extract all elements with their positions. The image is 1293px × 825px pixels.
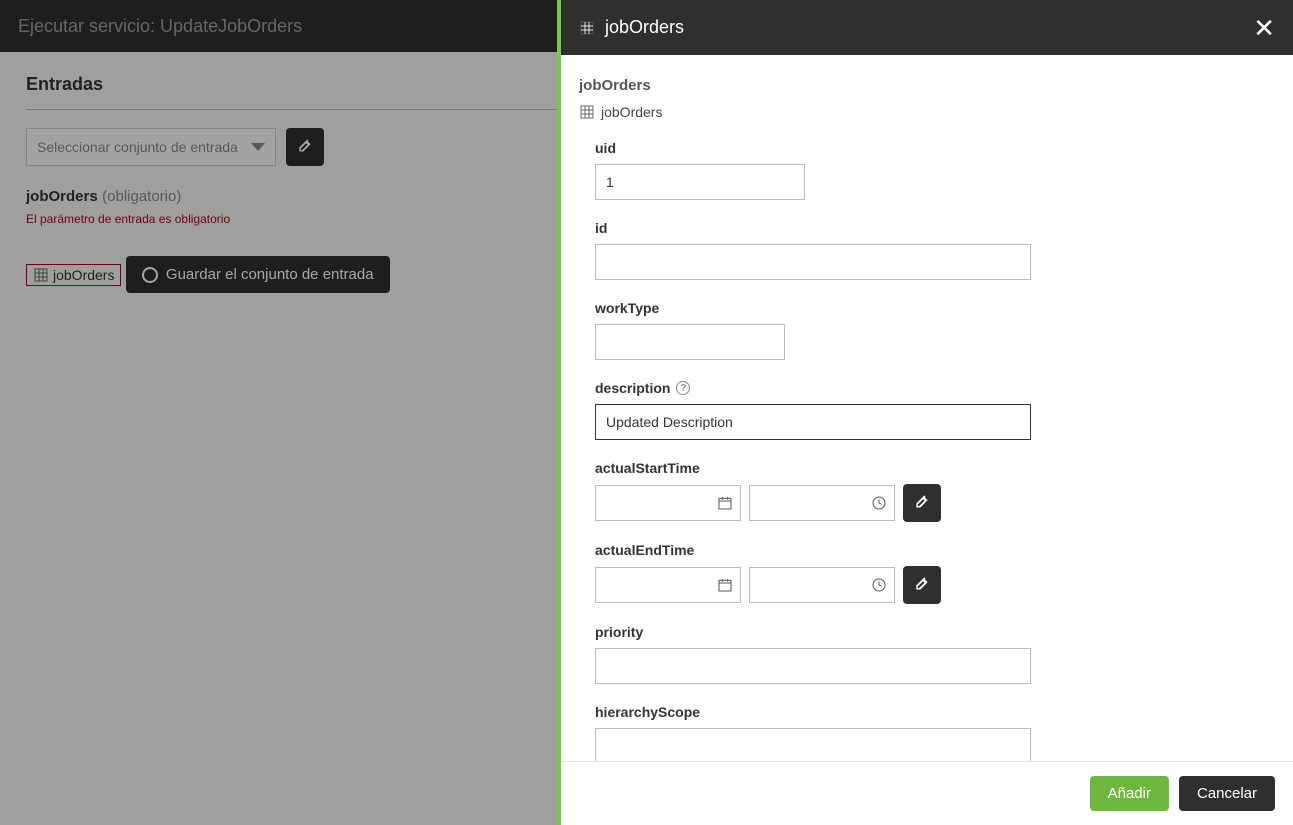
worktype-label: workType <box>595 300 1263 316</box>
cancel-button[interactable]: Cancelar <box>1179 776 1275 811</box>
actualendtime-label: actualEndTime <box>595 542 1263 558</box>
clock-icon <box>871 495 887 511</box>
panel-footer: Añadir Cancelar <box>561 761 1293 825</box>
description-label: description <box>595 380 670 396</box>
clear-actualendtime-button[interactable] <box>903 566 941 604</box>
worktype-input[interactable] <box>595 324 785 360</box>
calendar-icon <box>717 495 733 511</box>
help-icon[interactable]: ? <box>676 381 690 395</box>
calendar-icon <box>717 577 733 593</box>
table-icon <box>579 104 595 120</box>
add-button[interactable]: Añadir <box>1090 776 1169 811</box>
actualstarttime-label: actualStartTime <box>595 460 1263 476</box>
priority-input[interactable] <box>595 648 1031 684</box>
panel-header: jobOrders ✕ <box>561 0 1293 55</box>
description-input[interactable] <box>595 404 1031 440</box>
uid-label: uid <box>595 140 1263 156</box>
eraser-icon <box>914 495 930 511</box>
id-label: id <box>595 220 1263 236</box>
hierarchyscope-label: hierarchyScope <box>595 704 1263 720</box>
clock-icon <box>871 577 887 593</box>
panel-title: jobOrders <box>605 17 684 38</box>
table-icon <box>579 20 595 36</box>
priority-label: priority <box>595 624 1263 640</box>
eraser-icon <box>914 577 930 593</box>
breadcrumb-item: jobOrders <box>579 104 1263 120</box>
job-orders-panel: jobOrders ✕ jobOrders jobOrders uid id w… <box>557 0 1293 825</box>
uid-input[interactable] <box>595 164 805 200</box>
hierarchyscope-input[interactable] <box>595 728 1031 761</box>
panel-body: jobOrders jobOrders uid id workType desc… <box>561 55 1293 761</box>
breadcrumb-top: jobOrders <box>579 77 1263 94</box>
clear-actualstarttime-button[interactable] <box>903 484 941 522</box>
id-input[interactable] <box>595 244 1031 280</box>
close-icon[interactable]: ✕ <box>1253 15 1275 41</box>
breadcrumb-item-label: jobOrders <box>601 104 662 120</box>
